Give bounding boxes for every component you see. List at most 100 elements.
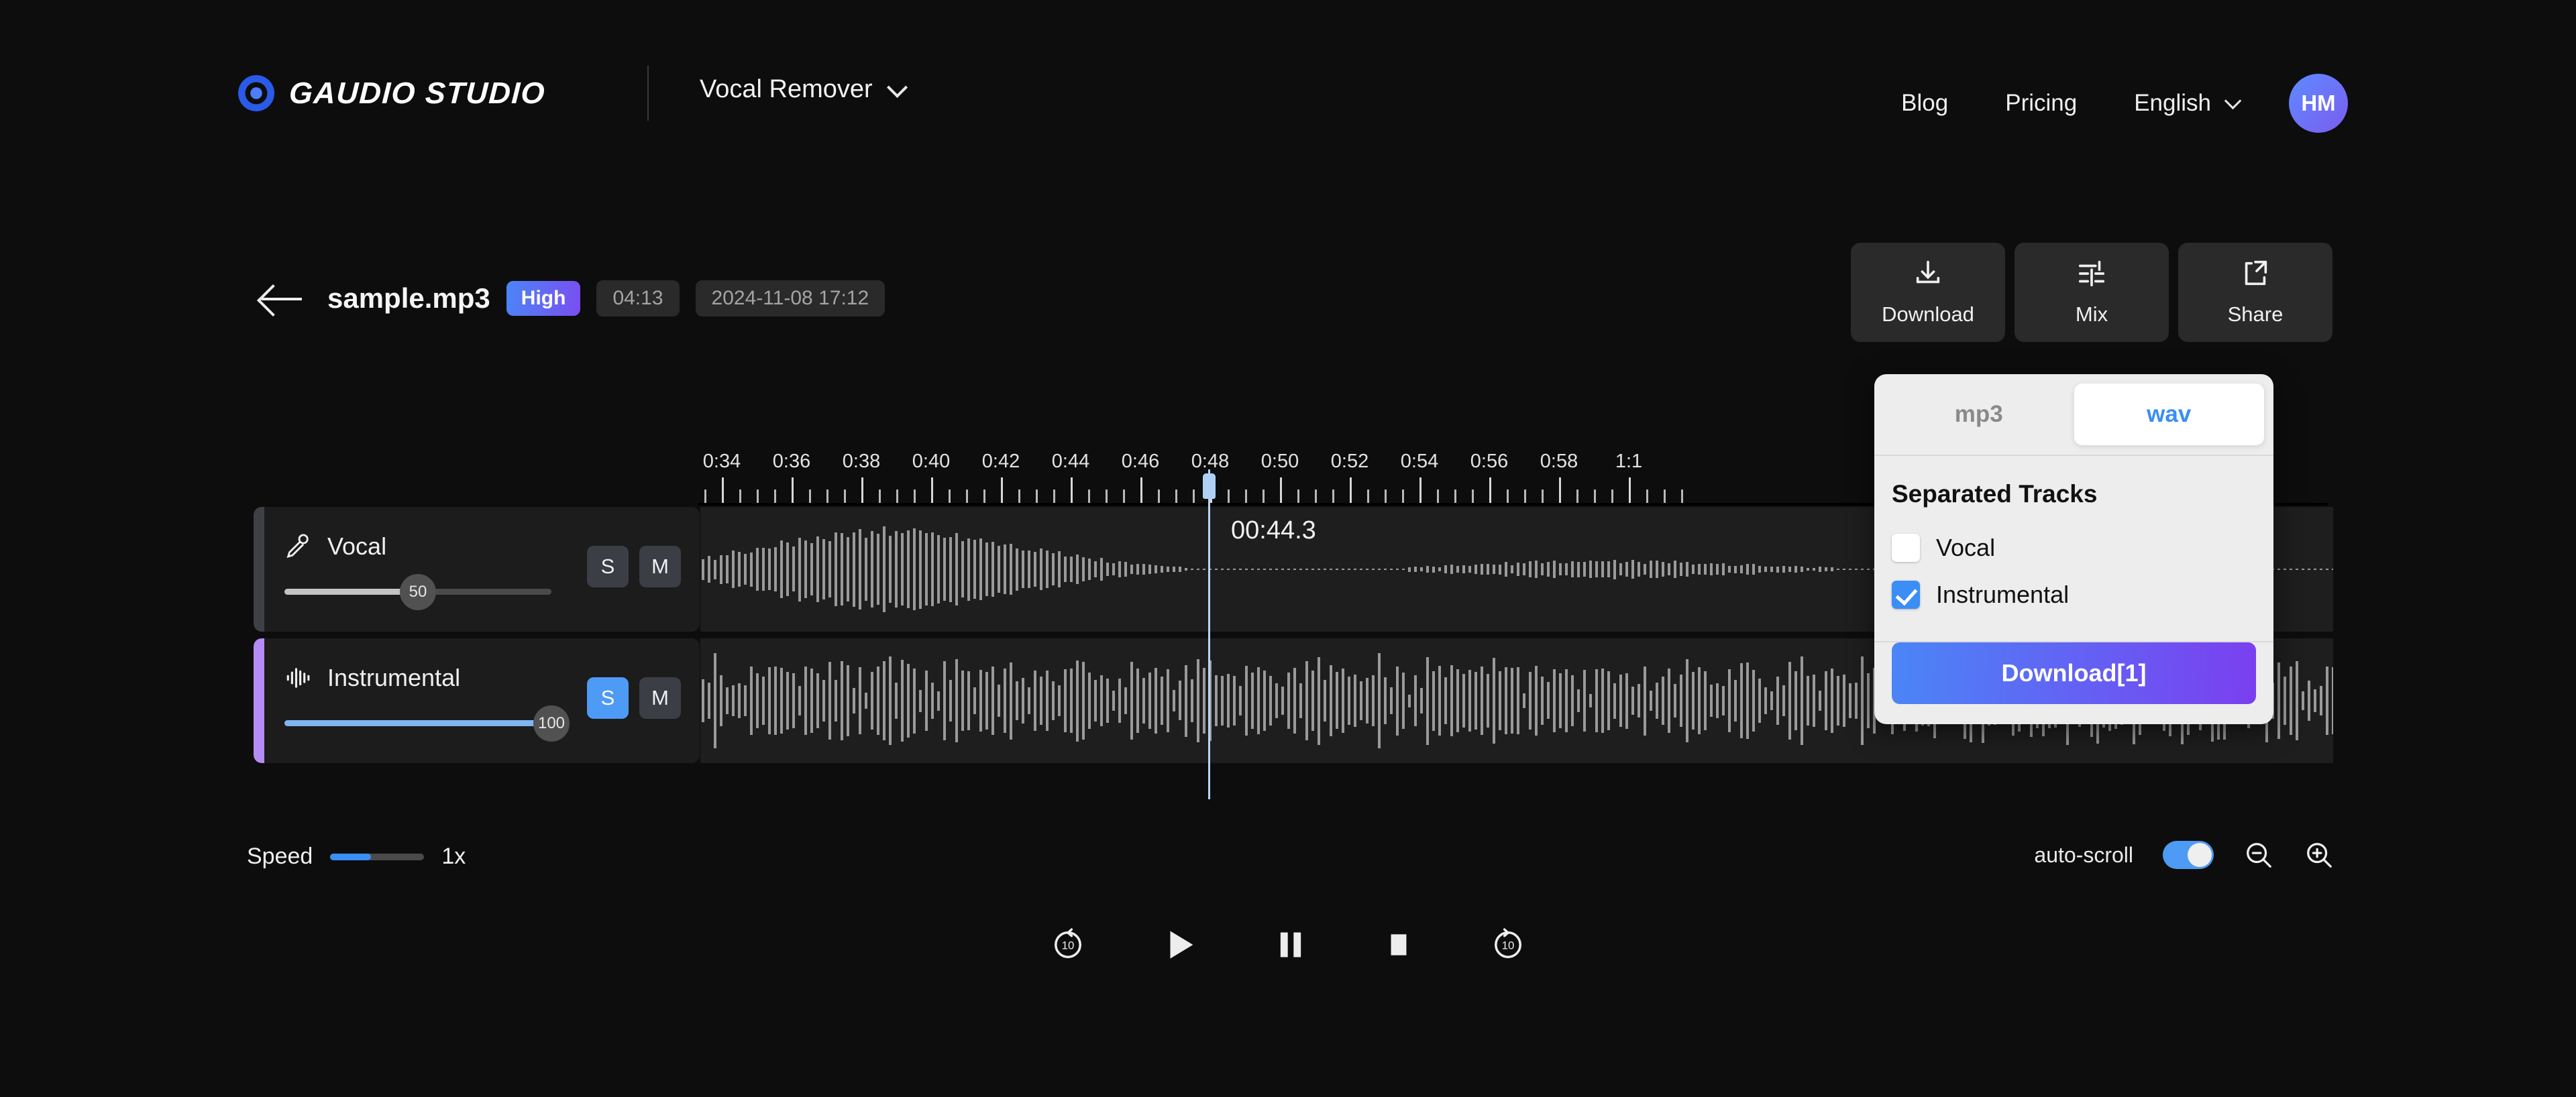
waveform-bar [1148,672,1151,730]
download-button-label: Download [1882,302,1974,326]
waveform-bar [1481,667,1483,735]
waveform-bar [1263,569,1266,570]
waveform-bar [1517,667,1519,734]
waveform-bar [907,663,910,738]
download-icon [1916,260,1940,284]
waveform-bar [1487,673,1489,728]
waveform-bar [1644,563,1646,575]
waveform-bar [1499,564,1501,575]
waveform-bar [762,547,765,591]
ruler-tick-minor [704,489,706,504]
waveform-bar [1619,563,1622,575]
panel-download-button[interactable]: Download[1] [1892,642,2256,704]
volume-slider[interactable]: 50 [284,574,551,610]
waveform-bar [1311,670,1314,732]
waveform-bar [768,548,771,591]
forward-10-button[interactable]: 10 [1489,926,1527,964]
waveform-bar [1052,553,1055,585]
waveform-bar [1782,565,1785,573]
mute-button[interactable]: M [639,677,681,719]
zoom-out-icon[interactable] [2243,840,2274,870]
waveform-bar [883,526,885,612]
track-option-vocal-label: Vocal [1936,534,1996,561]
waveform-bar [1366,569,1368,570]
mix-button[interactable]: Mix [2015,243,2169,342]
ruler-tick-minor [739,489,741,504]
waveform-bar [1336,672,1338,730]
waveform-bar [835,532,837,607]
waveform-bar [1505,667,1507,734]
language-selector[interactable]: English [2134,90,2242,117]
ruler-tick-minor [1664,489,1666,504]
stop-button[interactable] [1382,928,1415,962]
waveform-bar [1861,656,1864,745]
waveform-bar [1656,560,1658,579]
checkbox-vocal[interactable] [1892,534,1920,562]
avatar[interactable]: HM [2289,74,2348,133]
format-tab-mp3[interactable]: mp3 [1884,384,2074,445]
waveform-bar [1372,675,1375,726]
waveform-bar [913,668,916,734]
waveform-bar [1601,669,1604,733]
waveform-bar [1698,563,1701,575]
play-button[interactable] [1161,925,1199,964]
waveform-bar [810,669,813,733]
waveform-bar [1402,672,1405,730]
waveform-bar [913,528,916,610]
ruler-tick-minor [1036,489,1038,504]
waveform-bar [1529,672,1532,730]
back-arrow-icon[interactable] [259,282,303,315]
rewind-10-button[interactable]: 10 [1049,926,1087,964]
volume-slider[interactable]: 100 [284,705,570,742]
zoom-in-icon[interactable] [2304,840,2334,870]
nav-pricing[interactable]: Pricing [2005,90,2077,117]
waveform-bar [1644,666,1646,736]
waveform-bar [1662,561,1664,577]
speed-slider[interactable] [330,853,425,860]
waveform-bar [907,530,910,608]
solo-button[interactable]: S [587,546,629,587]
ruler-tick-major [722,477,724,504]
waveform-bar [1408,567,1411,572]
waveform-bar [1330,665,1332,737]
waveform-bar [1010,662,1012,740]
waveform-bar [822,538,825,600]
volume-knob[interactable]: 100 [533,705,570,742]
download-button[interactable]: Download [1851,243,2005,342]
share-button[interactable]: Share [2178,243,2332,342]
ruler-tick-minor [1018,489,1020,504]
mode-selector[interactable]: Vocal Remover [700,75,908,104]
waveform-bar [2277,569,2280,570]
ruler-tick-minor [879,489,881,504]
waveform-bar [1299,569,1302,570]
pause-button[interactable] [1273,927,1308,962]
waveform-bar [835,680,837,721]
brand-logo[interactable]: GAUDIO STUDIO [238,75,546,111]
waveform-bar [2296,569,2298,570]
mute-button[interactable]: M [639,546,681,587]
waveform-bar [1088,559,1091,580]
waveform-bar [768,667,771,734]
waveform-bar [828,541,831,597]
nav-blog[interactable]: Blog [1901,90,1948,117]
track-option-vocal[interactable]: Vocal [1892,524,2256,571]
solo-button[interactable]: S [587,677,629,719]
waveform-bar [865,537,867,601]
autoscroll-toggle[interactable] [2163,841,2214,869]
volume-knob[interactable]: 50 [400,574,436,610]
format-tab-wav[interactable]: wav [2074,384,2264,445]
waveform-bar [726,687,729,715]
track-option-instrumental[interactable]: Instrumental [1892,571,2256,618]
waveform-bar [738,552,741,587]
waveform-bar [1052,681,1055,721]
playhead-handle[interactable] [1203,473,1216,499]
waveform-bar [744,685,747,716]
waveform-bar [2308,569,2310,570]
autoscroll-label: auto-scroll [2034,842,2133,867]
waveform-bar [1462,674,1465,728]
waveform-bar [1414,567,1417,572]
waveform-bar [1650,560,1652,579]
checkbox-instrumental[interactable] [1892,581,1920,609]
waveform-bar [1299,683,1302,719]
waveform-bar [949,679,952,722]
